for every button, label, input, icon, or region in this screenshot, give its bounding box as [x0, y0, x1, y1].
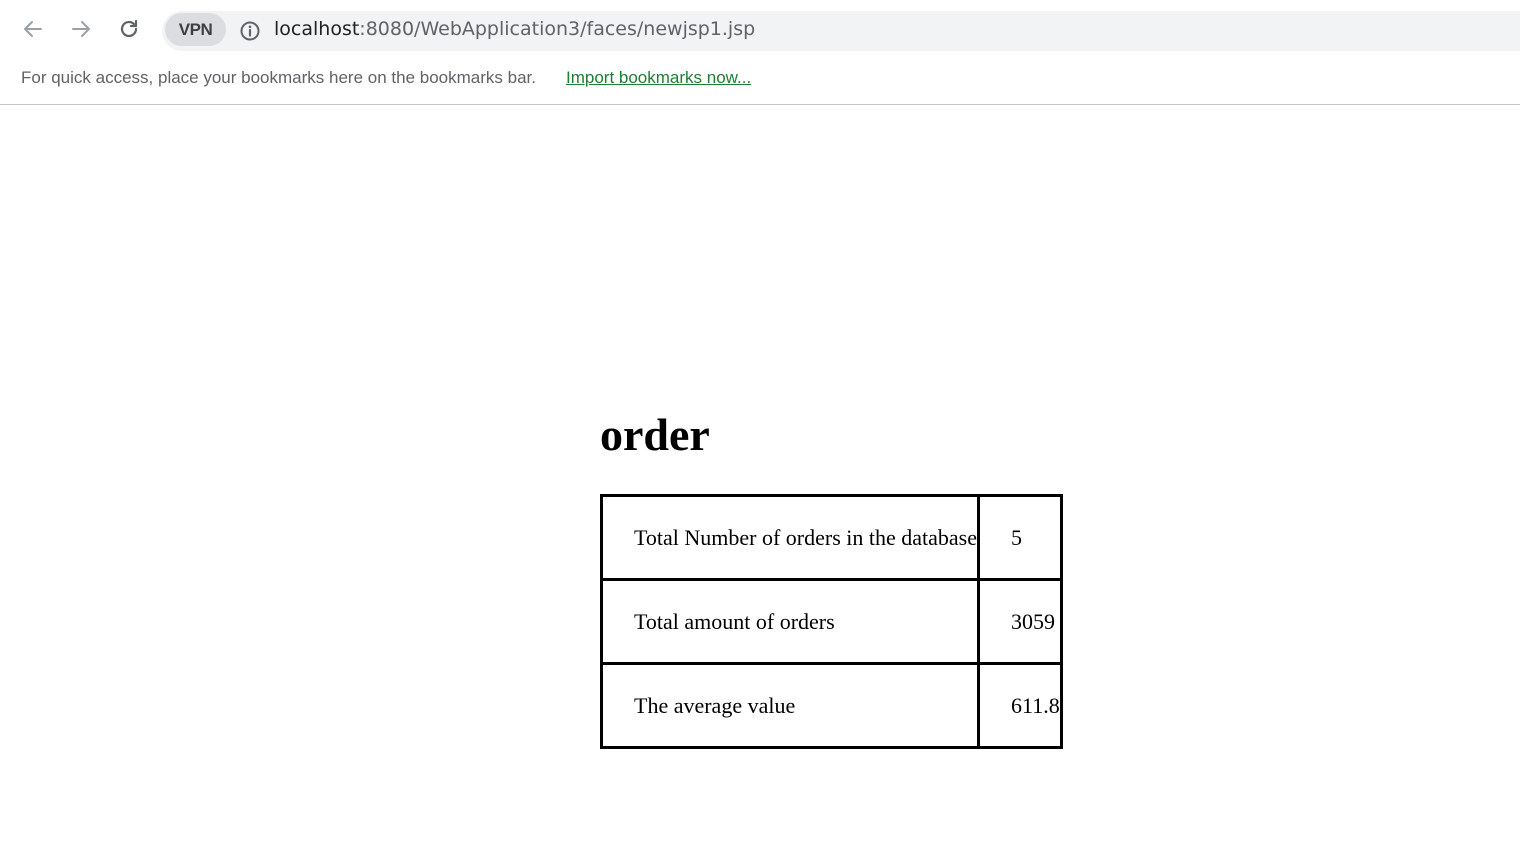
reload-icon — [120, 19, 138, 38]
table-row: The average value 611.8 — [599, 662, 1063, 749]
info-circle-icon[interactable] — [239, 20, 261, 42]
order-stats-table: Total Number of orders in the database 5… — [599, 494, 1063, 749]
bookmarks-bar-message: For quick access, place your bookmarks h… — [21, 68, 536, 87]
reload-button[interactable] — [113, 13, 145, 45]
back-button[interactable] — [17, 13, 49, 45]
vpn-label: VPN — [178, 19, 213, 39]
forward-button[interactable] — [65, 13, 97, 45]
stat-label: Total Number of orders in the database — [599, 494, 981, 581]
stat-label: Total amount of orders — [599, 578, 981, 665]
page-content: order Total Number of orders in the data… — [599, 405, 1063, 749]
stat-value: 3059 — [977, 578, 1063, 665]
browser-toolbar: VPN localhost:8080/WebApplication3/faces… — [0, 0, 1520, 62]
stat-value: 5 — [977, 494, 1063, 581]
import-bookmarks-link[interactable]: Import bookmarks now... — [566, 68, 751, 88]
page-title: order — [600, 409, 710, 460]
vpn-toggle-button[interactable]: VPN — [165, 13, 226, 46]
url-path: :8080/WebApplication3/faces/newjsp1.jsp — [359, 18, 756, 40]
table-row: Total amount of orders 3059 — [599, 578, 1063, 665]
arrow-right-icon — [72, 21, 90, 37]
url-text[interactable]: localhost:8080/WebApplication3/faces/new… — [274, 18, 755, 40]
stat-value: 611.8 — [977, 662, 1063, 749]
stat-label: The average value — [599, 662, 981, 749]
table-row: Total Number of orders in the database 5 — [599, 494, 1063, 581]
url-host: localhost — [274, 18, 360, 40]
bookmarks-bar: For quick access, place your bookmarks h… — [0, 62, 1520, 105]
arrow-left-icon — [24, 21, 42, 37]
